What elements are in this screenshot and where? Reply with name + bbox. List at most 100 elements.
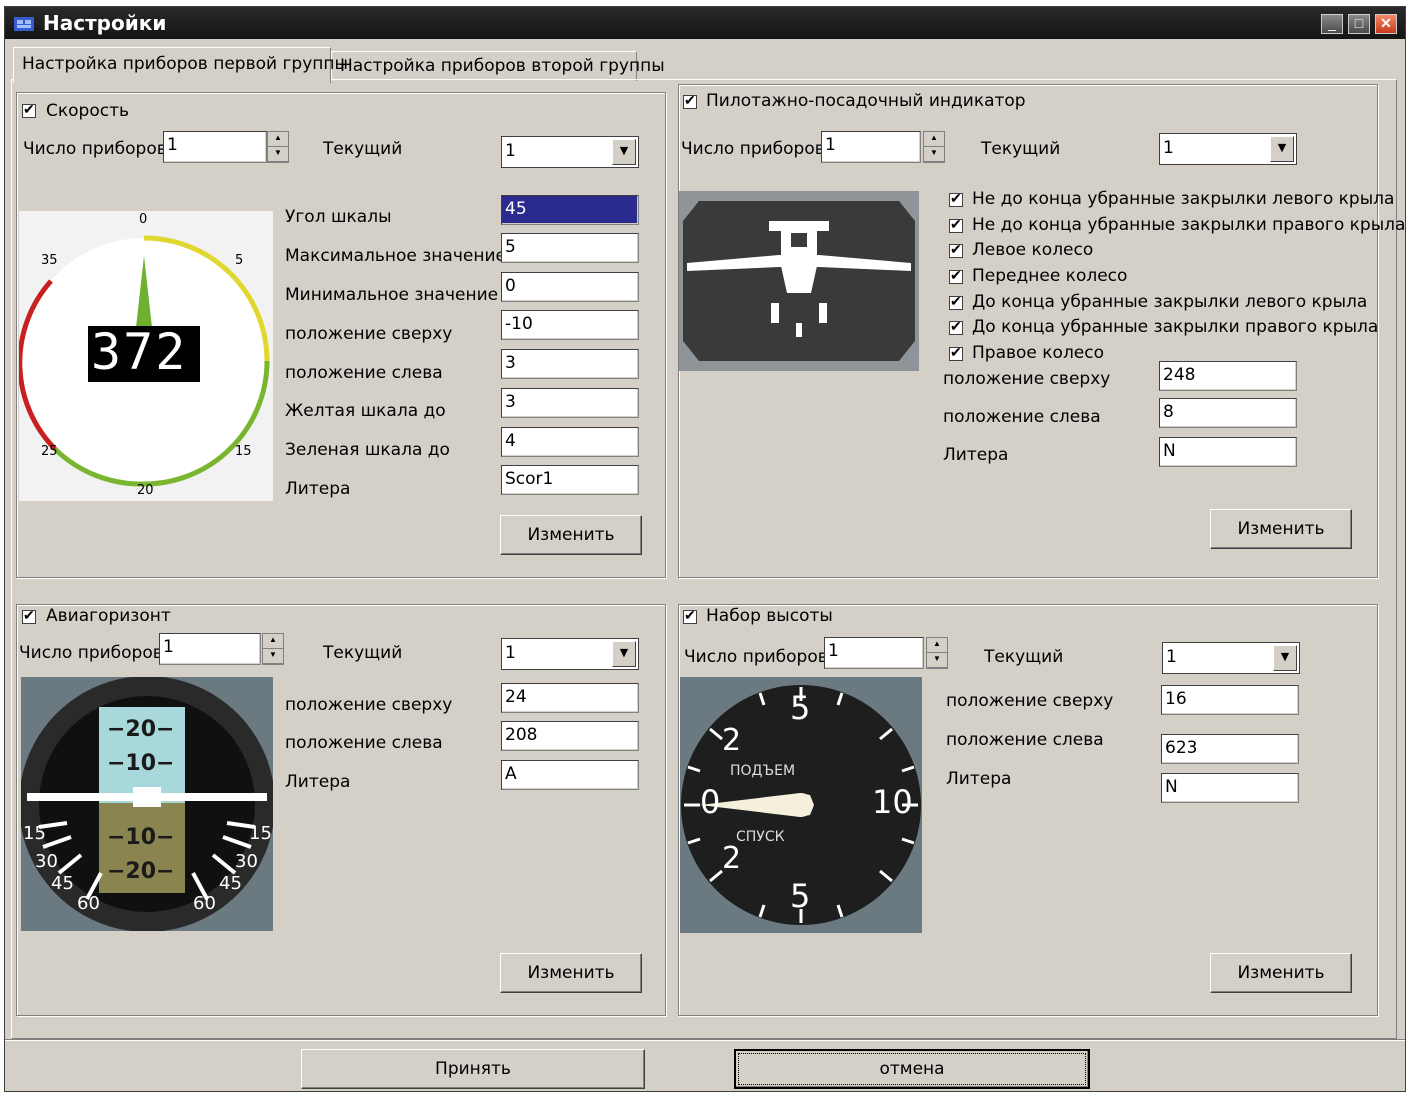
max-value-input[interactable]: 5 [501,233,639,263]
minimize-button[interactable]: _ [1321,14,1343,34]
pilot-title: Пилотажно-посадочный индикатор [706,91,1026,111]
left-position-input[interactable]: 3 [501,349,639,379]
aircraft-icon [683,201,915,361]
close-button[interactable]: ✕ [1375,14,1397,34]
horizon-count-input[interactable]: 1 [159,633,261,665]
horizon-title: Авиагоризонт [46,606,171,626]
climb-left-input[interactable]: 623 [1161,734,1299,764]
pilot-checkbox[interactable] [683,92,697,109]
flaps-left-partial-checkbox[interactable] [949,190,963,207]
pilot-letter-input[interactable]: N [1159,437,1297,467]
footer-divider [5,1039,1405,1040]
cancel-button[interactable]: отмена [734,1049,1090,1089]
climb-current-value: 1 [1166,647,1177,667]
climb-title: Набор высоты [706,606,833,626]
climb-current-select[interactable]: 1 ▼ [1162,642,1300,674]
dial-label-5-bottom: 5 [790,877,811,915]
yellow-scale-input[interactable]: 3 [501,388,639,418]
check-label: Правое колесо [972,343,1105,363]
horizon-count-spinner[interactable]: ▲ ▼ [262,633,284,665]
chevron-down-icon: ▼ [1273,645,1297,671]
field-label: положение слева [946,730,1104,750]
horizon-left-input[interactable]: 208 [501,721,639,751]
horizon-change-button[interactable]: Изменить [500,953,642,993]
climb-group: Набор высоты Число приборов 1 ▲▼ Текущий… [678,604,1378,1016]
speed-count-spinner[interactable]: ▲ ▼ [267,131,289,163]
field-label: положение слева [285,363,443,383]
scale-angle-input[interactable]: 45 [501,195,639,225]
roll-label: 45 [219,873,242,894]
dial-label-5-top: 5 [790,689,811,727]
front-wheel-checkbox[interactable] [949,267,963,284]
pilot-left-input[interactable]: 8 [1159,398,1297,428]
flaps-right-full-checkbox[interactable] [949,318,963,335]
pilot-top-input[interactable]: 248 [1159,361,1297,391]
flaps-left-full-checkbox[interactable] [949,293,963,310]
field-label: Минимальное значение [285,285,499,305]
field-label: Литера [285,772,351,792]
pilot-current-value: 1 [1163,138,1174,158]
tab-second-group[interactable]: Настройка приборов второй группы [331,51,665,81]
speed-change-button[interactable]: Изменить [500,515,642,555]
accept-button[interactable]: Принять [301,1049,645,1089]
roll-label: 60 [77,893,100,914]
check-label: Левое колесо [972,240,1094,260]
top-position-input[interactable]: -10 [501,310,639,340]
pilot-current-select[interactable]: 1 ▼ [1159,133,1297,165]
speed-group: Скорость Число приборов 1 ▲▼ Текущий 1▼ … [16,92,666,578]
letter-input[interactable]: Scor1 [501,465,639,495]
roll-label: 60 [193,893,216,914]
maximize-button[interactable]: □ [1348,14,1370,34]
climb-count-spinner[interactable]: ▲ ▼ [926,637,948,669]
climb-letter-input[interactable]: N [1161,773,1299,803]
horizon-current-select[interactable]: 1 ▼ [501,638,639,670]
roll-label: 45 [51,873,74,894]
speed-checkbox[interactable] [22,101,36,118]
speed-gauge-preview: 0 5 35 25 15 20 372 [19,211,273,501]
title-bar[interactable]: Настройки _ □ ✕ [5,7,1405,39]
field-label: положение слева [285,733,443,753]
field-label: положение сверху [285,695,453,715]
climb-count-input[interactable]: 1 [824,637,924,669]
field-label: Желтая шкала до [285,401,446,421]
pilot-count-input[interactable]: 1 [821,131,921,163]
roll-label: 15 [23,823,46,844]
climb-top-input[interactable]: 16 [1161,685,1299,715]
speed-count-input[interactable]: 1 [163,131,267,163]
climb-checkbox[interactable] [683,607,697,624]
field-label: Угол шкалы [285,207,392,227]
horizon-group: Авиагоризонт Число приборов 1 ▲▼ Текущий… [16,604,666,1016]
tick-label: 25 [41,444,58,459]
check-label: До конца убранные закрылки левого крыла [972,292,1368,312]
pilot-change-button[interactable]: Изменить [1210,509,1352,549]
tick-label: 35 [41,253,58,268]
min-value-input[interactable]: 0 [501,272,639,302]
flaps-right-partial-checkbox[interactable] [949,216,963,233]
left-wheel-checkbox[interactable] [949,241,963,258]
speed-count-label: Число приборов [23,139,167,159]
settings-window: Настройки _ □ ✕ Настройка приборов перво… [4,6,1406,1092]
climb-change-button[interactable]: Изменить [1210,953,1352,993]
roll-label: 30 [35,851,58,872]
speed-title: Скорость [46,101,129,121]
right-wheel-checkbox[interactable] [949,344,963,361]
chevron-down-icon: ▼ [612,139,636,165]
horizon-top-input[interactable]: 24 [501,683,639,713]
pitch-label: −20− [107,859,175,884]
horizon-letter-input[interactable]: A [501,760,639,790]
climb-current-label: Текущий [984,647,1064,667]
horizon-current-value: 1 [505,643,516,663]
speed-current-select[interactable]: 1 ▼ [501,136,639,168]
pitch-label: −10− [107,825,175,850]
check-label: Не до конца убранные закрылки правого кр… [972,215,1406,235]
chevron-down-icon: ▼ [1270,136,1294,162]
dial-label-0: 0 [700,783,721,821]
tick-label: 5 [235,253,244,268]
pilot-count-spinner[interactable]: ▲ ▼ [923,131,945,163]
field-label: положение слева [943,407,1101,427]
check-label: Переднее колесо [972,266,1128,286]
green-scale-input[interactable]: 4 [501,427,639,457]
tab-first-group[interactable]: Настройка приборов первой группы [13,47,348,83]
horizon-checkbox[interactable] [22,607,36,624]
pitch-label: −20− [107,717,175,742]
